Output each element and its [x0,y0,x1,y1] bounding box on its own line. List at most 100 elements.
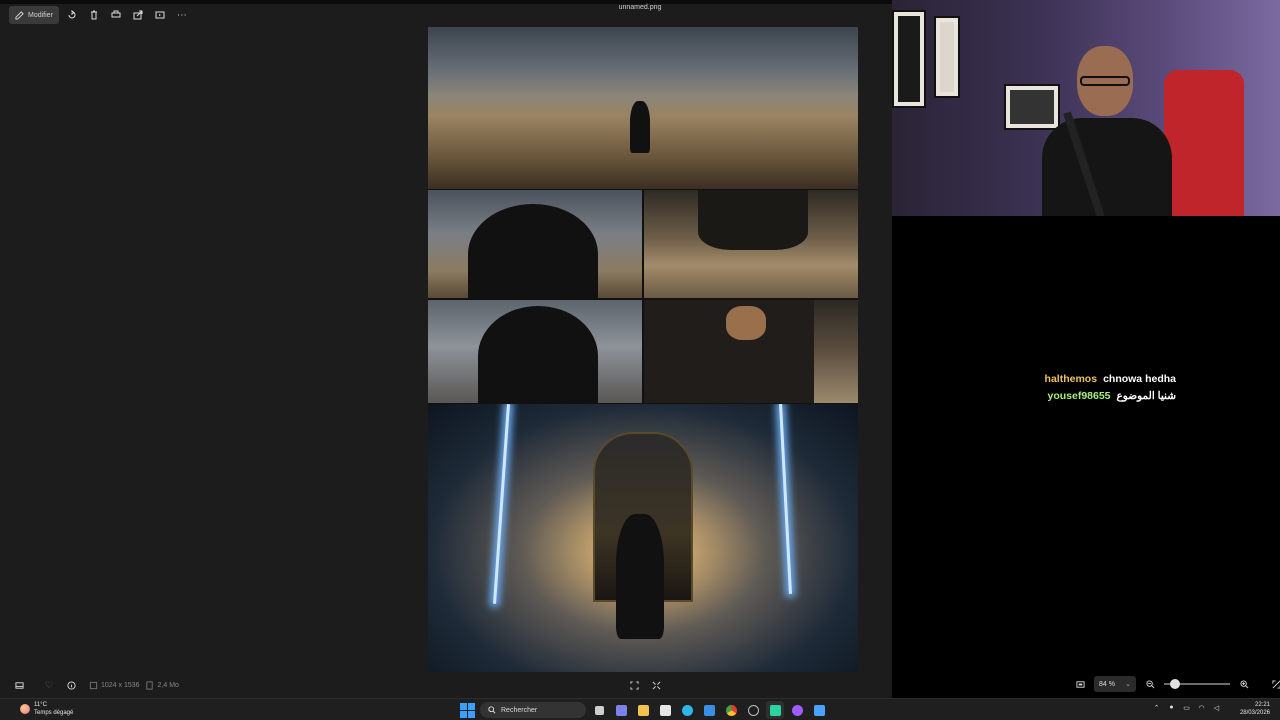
share-button[interactable] [129,6,147,24]
chat-username: yousef98655 [1047,389,1111,402]
weather-widget[interactable]: 11°C Temps dégagé [20,701,73,717]
weather-icon [20,704,30,714]
streamer [1042,38,1172,216]
collage-panel-shoulder [428,300,642,403]
chevron-up-icon[interactable]: ⌃ [1152,703,1161,712]
dimensions-icon [85,677,101,693]
file-size-icon [142,677,158,693]
zoom-slider[interactable] [1164,679,1230,689]
rotate-icon [68,10,76,19]
edit-icon [15,10,24,20]
chrome-icon [725,704,737,716]
more-options-button[interactable]: ⋯ [173,6,191,24]
viewer-status-bar: ♡ 1024 x 1536 2,4 Mo [0,674,892,696]
fullscreen-icon [1271,679,1280,689]
fit-screen-icon [1075,680,1085,688]
messenger-button[interactable] [788,701,806,719]
start-button[interactable] [458,701,476,719]
actual-size-icon [630,680,640,690]
heart-icon: ♡ [44,679,54,690]
volume-icon[interactable]: ◁ [1212,703,1221,712]
zoom-in-button[interactable] [1236,676,1252,692]
speedtest-button[interactable] [744,701,762,719]
fit-screen-button[interactable] [1072,676,1088,692]
viewer-toolbar: Modifier ⋯ [0,4,892,26]
photos-icon [813,704,825,716]
collage-panel-hand [644,300,858,403]
zoom-controls: 84 % ⌄ [1072,676,1280,692]
cloak-hem [698,190,808,250]
delete-button[interactable] [85,6,103,24]
file-explorer-button[interactable] [634,701,652,719]
taskbar-clock[interactable]: 22:21 28/03/2026 [1240,701,1270,717]
favorite-button[interactable]: ♡ [41,677,57,693]
hooded-shoulder [478,306,598,403]
mail-icon [703,704,715,716]
search-placeholder: Rechercher [501,706,538,714]
edge-button[interactable] [678,701,696,719]
microphone-icon[interactable]: ● [1167,703,1176,712]
clock-date: 28/03/2026 [1239,710,1270,716]
chrome-button[interactable] [722,701,740,719]
more-icon: ⋯ [176,9,187,21]
print-button[interactable] [107,6,125,24]
wall-poster-1 [892,10,926,108]
teams-button[interactable] [612,701,630,719]
task-view-icon [594,705,604,715]
lightning-bolt-left [493,404,510,604]
photos-button[interactable] [810,701,828,719]
taskbar-center: Rechercher [458,701,828,719]
filmstrip-button[interactable] [11,677,27,693]
hooded-back [468,204,598,298]
teams-icon [615,704,627,716]
slideshow-button[interactable] [151,6,169,24]
task-view-button[interactable] [590,701,608,719]
weather-temp: 11°C [34,702,47,708]
image-dimensions: 1024 x 1536 [101,681,140,689]
wall-poster-2 [934,16,960,98]
chat-text: شنيا الموضوع [1116,389,1176,402]
image-canvas[interactable] [428,27,858,672]
print-icon [111,10,121,18]
fit-window-button[interactable] [649,677,665,693]
network-icon[interactable]: ▭ [1182,703,1191,712]
taskbar-search[interactable]: Rechercher [480,702,586,718]
file-size: 2,4 Mo [157,681,179,689]
obs-button[interactable] [766,701,784,719]
zoom-dropdown[interactable]: 84 % ⌄ [1094,676,1136,692]
edit-button[interactable]: Modifier [9,6,59,24]
gaming-chair [1164,70,1244,216]
messenger-icon [791,704,803,716]
search-icon [488,706,496,714]
obs-icon [769,704,781,716]
share-icon [133,10,143,20]
webcam-overlay [892,0,1280,216]
cloaked-figure-gate [616,514,664,639]
lightning-bolt-right [779,404,792,594]
chat-message: halthemos chnowa hedha [1000,370,1176,387]
rotate-button[interactable] [63,6,81,24]
zoom-slider-thumb[interactable] [1170,679,1180,689]
info-button[interactable] [63,677,79,693]
slideshow-icon [155,11,165,19]
info-icon [66,680,76,690]
windows-taskbar: 11°C Temps dégagé Rechercher ⌃ ● ▭ ◠ ◁ 2… [0,698,1280,720]
folder-icon [637,704,649,716]
store-icon [659,704,671,716]
collage-panel-back [428,190,642,298]
collage-panel-boots [644,190,858,298]
fullscreen-button[interactable] [1268,676,1280,692]
mail-button[interactable] [700,701,718,719]
store-button[interactable] [656,701,674,719]
zoom-out-button[interactable] [1142,676,1158,692]
zoom-value: 84 % [1099,680,1115,688]
actual-size-button[interactable] [627,677,643,693]
wifi-icon[interactable]: ◠ [1197,703,1206,712]
zoom-out-icon [1145,679,1154,688]
chat-text: chnowa hedha [1103,372,1176,385]
chevron-down-icon: ⌄ [1125,681,1131,688]
filename-title: unnamed.png [618,4,662,11]
zoom-in-icon [1239,679,1248,688]
hand [726,306,766,340]
delete-icon [90,10,97,20]
